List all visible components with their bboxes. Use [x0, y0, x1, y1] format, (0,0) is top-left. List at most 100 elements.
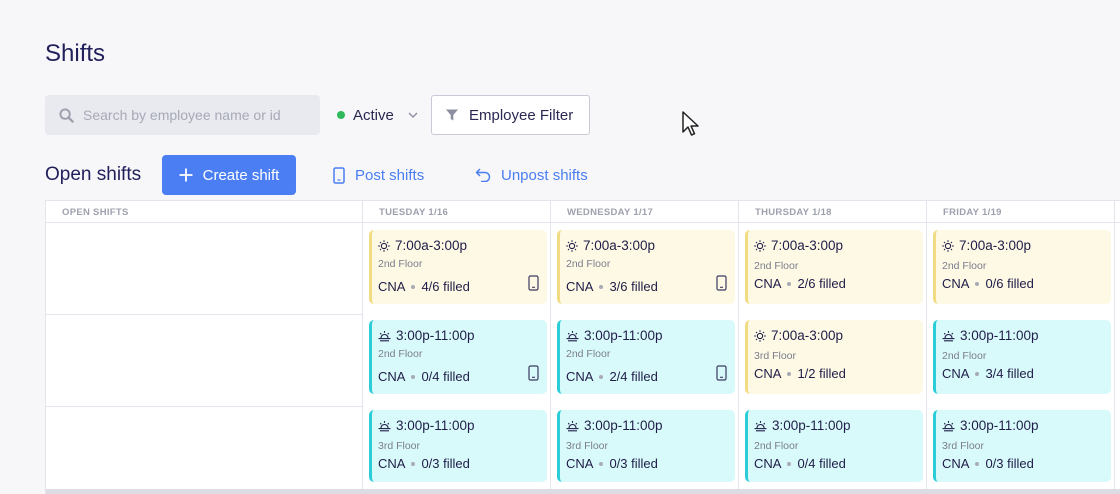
phone-icon — [716, 365, 727, 381]
shift-filled-count: 0/6 filled — [985, 276, 1034, 291]
unpost-shifts-button[interactable]: Unpost shifts — [475, 155, 588, 195]
separator-dot — [599, 461, 604, 466]
shift-card[interactable]: 3:00p-11:00p 3rd Floor CNA 0/3 filled — [557, 410, 735, 482]
section-title: Open shifts — [45, 164, 142, 185]
phone-icon — [333, 166, 345, 184]
mouse-cursor-icon — [682, 111, 699, 136]
column-header-wednesday: WEDNESDAY 1/17 — [567, 207, 654, 218]
sunset-icon — [942, 330, 955, 341]
shift-card[interactable]: 3:00p-11:00p 3rd Floor CNA 0/3 filled — [933, 410, 1111, 482]
column-divider — [738, 201, 739, 494]
separator-dot — [411, 374, 416, 379]
shift-card[interactable]: 7:00a-3:00p 2nd Floor CNA 2/6 filled — [745, 230, 923, 304]
shift-role: CNA — [378, 279, 406, 294]
shift-fill-status: CNA 0/6 filled — [942, 276, 1034, 291]
separator-dot — [787, 281, 792, 286]
shift-time-label: 3:00p-11:00p — [960, 418, 1039, 433]
funnel-icon — [446, 109, 458, 121]
unpost-shifts-label: Unpost shifts — [501, 166, 588, 184]
shift-time: 3:00p-11:00p — [378, 418, 475, 433]
shift-card[interactable]: 3:00p-11:00p 3rd Floor CNA 0/3 filled — [369, 410, 547, 482]
shift-fill-status: CNA 3/6 filled — [566, 279, 658, 294]
column-divider — [926, 201, 927, 494]
column-header-open-shifts: OPEN SHIFTS — [62, 207, 129, 218]
shift-card[interactable]: 7:00a-3:00p 2nd Floor CNA 4/6 filled — [369, 230, 547, 304]
shift-location: 2nd Floor — [566, 348, 611, 360]
shift-filled-count: 3/4 filled — [985, 366, 1034, 381]
horizontal-scrollbar[interactable] — [46, 489, 1120, 494]
separator-dot — [975, 371, 980, 376]
shift-card[interactable]: 3:00p-11:00p 2nd Floor CNA 0/4 filled — [369, 320, 547, 394]
employee-filter-button[interactable]: Employee Filter — [431, 95, 590, 135]
status-label: Active — [353, 106, 394, 124]
search-input[interactable] — [83, 107, 303, 123]
shift-time-label: 7:00a-3:00p — [395, 238, 468, 253]
status-dot — [337, 111, 345, 119]
shift-time-label: 3:00p-11:00p — [396, 418, 475, 433]
shift-time-label: 7:00a-3:00p — [771, 328, 844, 343]
shift-location: 2nd Floor — [378, 258, 423, 270]
separator-dot — [599, 374, 604, 379]
shift-filled-count: 0/3 filled — [421, 456, 470, 471]
sunset-icon — [378, 330, 391, 341]
shift-card[interactable]: 3:00p-11:00p 2nd Floor CNA 2/4 filled — [557, 320, 735, 394]
separator-dot — [411, 461, 416, 466]
shift-fill-status: CNA 0/3 filled — [378, 456, 470, 471]
create-shift-button[interactable]: Create shift — [162, 155, 296, 195]
shift-card[interactable]: 3:00p-11:00p 2nd Floor CNA 3/4 filled — [933, 320, 1111, 394]
phone-icon — [716, 275, 727, 291]
separator-dot — [975, 461, 980, 466]
shift-fill-status: CNA 2/6 filled — [754, 276, 846, 291]
shift-filled-count: 0/3 filled — [985, 456, 1034, 471]
shift-card[interactable]: 7:00a-3:00p 2nd Floor CNA 3/6 filled — [557, 230, 735, 304]
separator-dot — [411, 284, 416, 289]
status-dropdown[interactable]: Active — [337, 95, 418, 135]
shift-time: 7:00a-3:00p — [754, 328, 843, 343]
separator-dot — [599, 284, 604, 289]
sun-icon — [754, 329, 766, 342]
shift-role: CNA — [942, 276, 970, 291]
shift-card[interactable]: 3:00p-11:00p 2nd Floor CNA 0/4 filled — [745, 410, 923, 482]
shift-filled-count: 4/6 filled — [421, 279, 470, 294]
shift-role: CNA — [754, 276, 782, 291]
shift-time-label: 3:00p-11:00p — [772, 418, 851, 433]
column-divider — [362, 201, 363, 494]
posted-indicator — [528, 275, 539, 296]
shift-fill-status: CNA 0/4 filled — [378, 369, 470, 384]
sunset-icon — [566, 420, 579, 431]
column-header-thursday: THURSDAY 1/18 — [755, 207, 832, 218]
shift-time: 7:00a-3:00p — [754, 238, 843, 253]
shift-location: 3rd Floor — [754, 350, 797, 362]
shift-card[interactable]: 7:00a-3:00p 3rd Floor CNA 1/2 filled — [745, 320, 923, 394]
shift-location: 2nd Floor — [566, 258, 611, 270]
row-divider — [46, 314, 363, 315]
shift-fill-status: CNA 0/3 filled — [942, 456, 1034, 471]
shift-card[interactable]: 7:00a-3:00p 2nd Floor CNA 0/6 filled — [933, 230, 1111, 304]
shift-role: CNA — [754, 366, 782, 381]
shift-time: 7:00a-3:00p — [378, 238, 467, 253]
shift-time-label: 7:00a-3:00p — [959, 238, 1032, 253]
sunset-icon — [378, 420, 391, 431]
shift-role: CNA — [566, 369, 594, 384]
shift-filled-count: 2/6 filled — [797, 276, 846, 291]
phone-icon — [528, 365, 539, 381]
shift-time: 3:00p-11:00p — [378, 328, 475, 343]
posted-indicator — [716, 365, 727, 386]
shift-location: 2nd Floor — [942, 350, 987, 362]
shift-time-label: 3:00p-11:00p — [396, 328, 475, 343]
shift-time: 7:00a-3:00p — [566, 238, 655, 253]
shift-location: 2nd Floor — [754, 440, 799, 452]
shift-time: 3:00p-11:00p — [942, 418, 1039, 433]
shift-location: 3rd Floor — [942, 440, 985, 452]
shift-location: 2nd Floor — [378, 348, 423, 360]
post-shifts-button[interactable]: Post shifts — [333, 155, 424, 195]
shift-fill-status: CNA 2/4 filled — [566, 369, 658, 384]
shift-filled-count: 3/6 filled — [609, 279, 658, 294]
shift-location: 3rd Floor — [566, 440, 609, 452]
shift-role: CNA — [754, 456, 782, 471]
sun-icon — [942, 239, 954, 252]
employee-filter-label: Employee Filter — [469, 106, 574, 124]
search-box[interactable] — [45, 95, 320, 135]
posted-indicator — [528, 365, 539, 386]
separator-dot — [975, 281, 980, 286]
